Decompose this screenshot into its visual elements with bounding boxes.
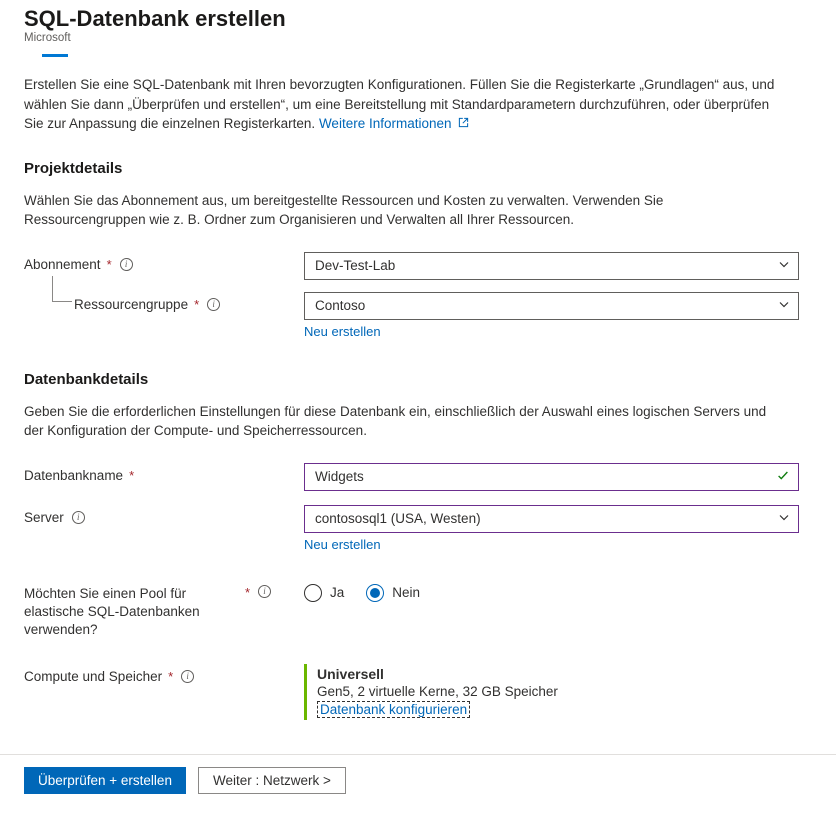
resource-group-label-text: Ressourcengruppe [74,297,188,312]
intro-text: Erstellen Sie eine SQL-Datenbank mit Ihr… [24,75,784,134]
elastic-pool-label-text: Möchten Sie einen Pool für elastische SQ… [24,585,239,640]
footer-actions: Überprüfen + erstellen Weiter : Netzwerk… [0,755,836,794]
info-icon[interactable]: i [207,298,220,311]
database-name-value: Widgets [315,469,364,484]
elastic-pool-label: Möchten Sie einen Pool für elastische SQ… [24,580,304,640]
required-marker: * [245,585,250,600]
resource-group-label: Ressourcengruppe * i [24,292,304,312]
create-new-server-link[interactable]: Neu erstellen [304,537,381,552]
subscription-select[interactable]: Dev-Test-Lab [304,252,799,280]
tree-connector [52,276,72,302]
learn-more-label: Weitere Informationen [319,116,452,131]
server-select[interactable]: contososql1 (USA, Westen) [304,505,799,533]
page-title: SQL-Datenbank erstellen [24,6,816,32]
chevron-down-icon [778,298,790,313]
chevron-down-icon [778,258,790,273]
info-icon[interactable]: i [258,585,271,598]
required-marker: * [168,669,173,684]
configure-database-link[interactable]: Datenbank konfigurieren [317,701,470,718]
required-marker: * [129,468,134,483]
compute-details: Gen5, 2 virtuelle Kerne, 32 GB Speicher [317,684,799,699]
radio-no-label: Nein [392,585,420,600]
server-label: Server i [24,505,304,525]
valid-check-icon [776,468,790,485]
review-create-button[interactable]: Überprüfen + erstellen [24,767,186,794]
active-tab-indicator [42,54,68,57]
database-name-label: Datenbankname * [24,463,304,483]
resource-group-value: Contoso [315,298,365,313]
server-label-text: Server [24,510,64,525]
page-subtitle: Microsoft [24,32,816,44]
database-section-title: Datenbankdetails [24,371,816,388]
elastic-pool-yes-radio[interactable]: Ja [304,584,344,602]
project-section-title: Projektdetails [24,160,816,177]
required-marker: * [107,257,112,272]
info-icon[interactable]: i [72,511,85,524]
radio-dot [370,588,380,598]
chevron-down-icon [778,511,790,526]
server-value: contososql1 (USA, Westen) [315,511,481,526]
project-section-desc: Wählen Sie das Abonnement aus, um bereit… [24,191,784,230]
info-icon[interactable]: i [120,258,133,271]
create-new-resource-group-link[interactable]: Neu erstellen [304,324,381,339]
next-network-button[interactable]: Weiter : Netzwerk > [198,767,346,794]
elastic-pool-no-radio[interactable]: Nein [366,584,420,602]
compute-tier: Universell [317,666,799,682]
compute-summary: Universell Gen5, 2 virtuelle Kerne, 32 G… [304,664,799,720]
compute-storage-label-text: Compute und Speicher [24,669,162,684]
database-section-desc: Geben Sie die erforderlichen Einstellung… [24,402,784,441]
required-marker: * [194,297,199,312]
external-link-icon [458,117,469,131]
resource-group-select[interactable]: Contoso [304,292,799,320]
radio-yes-label: Ja [330,585,344,600]
radio-icon [366,584,384,602]
learn-more-link[interactable]: Weitere Informationen [319,116,469,131]
database-name-input[interactable]: Widgets [304,463,799,491]
elastic-pool-radio-group: Ja Nein [304,580,799,602]
radio-icon [304,584,322,602]
subscription-label: Abonnement * i [24,252,304,272]
subscription-label-text: Abonnement [24,257,101,272]
info-icon[interactable]: i [181,670,194,683]
compute-storage-label: Compute und Speicher * i [24,664,304,684]
database-name-label-text: Datenbankname [24,468,123,483]
subscription-value: Dev-Test-Lab [315,258,395,273]
